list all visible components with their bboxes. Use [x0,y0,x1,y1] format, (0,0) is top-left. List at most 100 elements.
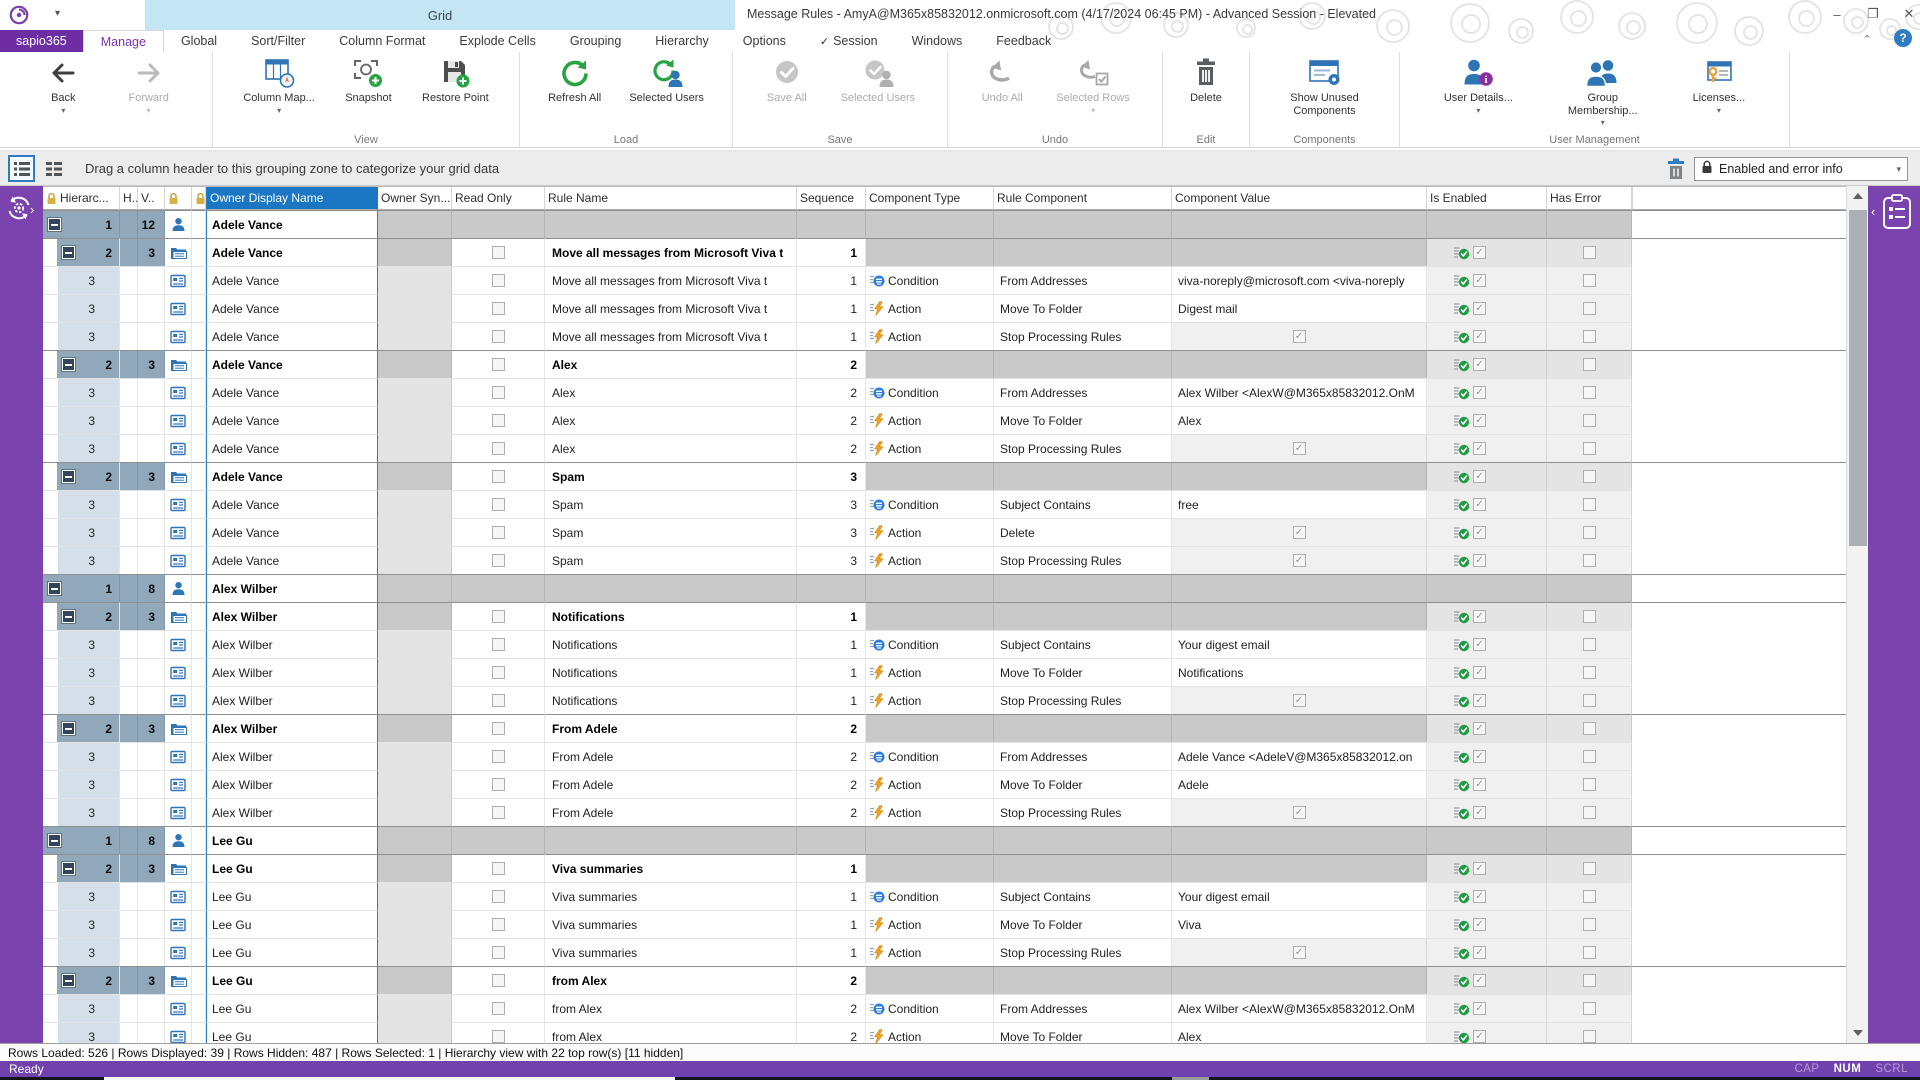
is-enabled-checkbox[interactable] [1473,918,1486,931]
read-only-checkbox[interactable] [492,694,505,707]
selected-rows-button[interactable]: Selected Rows▾ [1056,56,1129,115]
delete-button[interactable]: Delete [1184,56,1228,105]
grid-row[interactable]: 3Alex WilberFrom Adele2ActionMove To Fol… [43,770,1846,798]
minimize-button[interactable]: – [1822,2,1852,26]
tab-windows[interactable]: Windows [895,30,980,52]
has-error-checkbox[interactable] [1583,442,1596,455]
read-only-checkbox[interactable] [492,386,505,399]
tab-sort-filter[interactable]: Sort/Filter [234,30,322,52]
grid-row[interactable]: 23Alex WilberNotifications1 [43,602,1846,630]
read-only-checkbox[interactable] [492,638,505,651]
grid-row[interactable]: 3Adele VanceSpam3ActionStop Processing R… [43,546,1846,574]
read-only-checkbox[interactable] [492,470,505,483]
list-view-toggle[interactable] [40,155,67,182]
has-error-checkbox[interactable] [1583,386,1596,399]
column-header-v-[interactable]: V.. [138,187,165,210]
grid-row[interactable]: 3Adele VanceSpam3ConditionSubject Contai… [43,490,1846,518]
read-only-checkbox[interactable] [492,274,505,287]
tab-hierarchy[interactable]: Hierarchy [638,30,726,52]
read-only-checkbox[interactable] [492,918,505,931]
collapse-expander-button[interactable] [48,834,61,847]
grid-row[interactable]: 3Lee GuViva summaries1ActionMove To Fold… [43,910,1846,938]
grid-row[interactable]: 3Alex WilberFrom Adele2ConditionFrom Add… [43,742,1846,770]
grid-row[interactable]: 3Alex WilberNotifications1ConditionSubje… [43,630,1846,658]
tab-sapio365[interactable]: sapio365 [0,30,83,52]
column-header-sequence[interactable]: Sequence [797,187,866,210]
grid-row[interactable]: 3Alex WilberNotifications1ActionStop Pro… [43,686,1846,714]
has-error-checkbox[interactable] [1583,946,1596,959]
read-only-checkbox[interactable] [492,890,505,903]
grid-row[interactable]: 23Adele VanceSpam3 [43,462,1846,490]
scroll-up-button[interactable] [1847,186,1869,206]
grid-row[interactable]: 18Lee Gu [43,826,1846,854]
read-only-checkbox[interactable] [492,330,505,343]
tab-options[interactable]: Options [726,30,803,52]
is-enabled-checkbox[interactable] [1473,666,1486,679]
has-error-checkbox[interactable] [1583,554,1596,567]
forward-button[interactable]: Forward▾ [127,56,171,115]
collapse-expander-button[interactable] [48,582,61,595]
scrollbar-thumb[interactable] [1849,210,1867,546]
is-enabled-checkbox[interactable] [1473,246,1486,259]
scroll-down-button[interactable] [1847,1023,1869,1043]
is-enabled-checkbox[interactable] [1473,1002,1486,1015]
is-enabled-checkbox[interactable] [1473,470,1486,483]
restore-button[interactable]: ❐ [1858,2,1888,26]
clear-filter-trash-icon[interactable] [1666,158,1686,185]
grid-row[interactable]: 3Alex WilberNotifications1ActionMove To … [43,658,1846,686]
has-error-checkbox[interactable] [1583,610,1596,623]
grid-row[interactable]: 23Lee Gufrom Alex2 [43,966,1846,994]
refresh-all-button[interactable]: Refresh All [548,56,601,105]
view-filter-dropdown[interactable]: Enabled and error info ▾ [1694,157,1908,181]
grid-row[interactable]: 3Lee Gufrom Alex2ConditionFrom Addresses… [43,994,1846,1022]
has-error-checkbox[interactable] [1583,638,1596,651]
has-error-checkbox[interactable] [1583,358,1596,371]
grid-row[interactable]: 3Adele VanceMove all messages from Micro… [43,322,1846,350]
has-error-checkbox[interactable] [1583,890,1596,903]
tab-feedback[interactable]: Feedback [979,30,1068,52]
has-error-checkbox[interactable] [1583,246,1596,259]
read-only-checkbox[interactable] [492,554,505,567]
quick-access-caret-icon[interactable]: ▾ [55,8,60,19]
collapse-expander-button[interactable] [62,610,75,623]
read-only-checkbox[interactable] [492,1002,505,1015]
read-only-checkbox[interactable] [492,974,505,987]
column-map--button[interactable]: Column Map...▾ [243,56,315,115]
read-only-checkbox[interactable] [492,862,505,875]
collapse-expander-button[interactable] [62,358,75,371]
undo-all-button[interactable]: Undo All [980,56,1024,105]
component-value-checkbox[interactable] [1293,694,1306,707]
grid-row[interactable]: 23Alex WilberFrom Adele2 [43,714,1846,742]
read-only-checkbox[interactable] [492,750,505,763]
column-header-owner-display-name[interactable]: Owner Display Name [206,187,378,210]
is-enabled-checkbox[interactable] [1473,778,1486,791]
selected-users-button[interactable]: Selected Users [629,56,704,105]
grid-row[interactable]: 3Adele VanceAlex2ActionMove To FolderAle… [43,406,1846,434]
is-enabled-checkbox[interactable] [1473,498,1486,511]
has-error-checkbox[interactable] [1583,750,1596,763]
is-enabled-checkbox[interactable] [1473,274,1486,287]
column-header--[interactable]: : [192,187,206,210]
is-enabled-checkbox[interactable] [1473,442,1486,455]
tab-global[interactable]: Global [164,30,234,52]
component-value-checkbox[interactable] [1293,946,1306,959]
grid-row[interactable]: 3Adele VanceSpam3ActionDelete [43,518,1846,546]
read-only-checkbox[interactable] [492,946,505,959]
is-enabled-checkbox[interactable] [1473,946,1486,959]
has-error-checkbox[interactable] [1583,1002,1596,1015]
restore-point-button[interactable]: Restore Point [422,56,489,105]
grid-row[interactable]: 112Adele Vance [43,210,1846,238]
column-header-read-only[interactable]: Read Only [452,187,545,210]
expand-panel-chevron-icon[interactable]: › [30,202,34,217]
has-error-checkbox[interactable] [1583,666,1596,679]
is-enabled-checkbox[interactable] [1473,302,1486,315]
collapse-expander-button[interactable] [62,246,75,259]
component-value-checkbox[interactable] [1293,330,1306,343]
is-enabled-checkbox[interactable] [1473,862,1486,875]
has-error-checkbox[interactable] [1583,302,1596,315]
component-value-checkbox[interactable] [1293,526,1306,539]
grid-row[interactable]: 23Adele VanceMove all messages from Micr… [43,238,1846,266]
has-error-checkbox[interactable] [1583,526,1596,539]
read-only-checkbox[interactable] [492,1030,505,1043]
read-only-checkbox[interactable] [492,442,505,455]
